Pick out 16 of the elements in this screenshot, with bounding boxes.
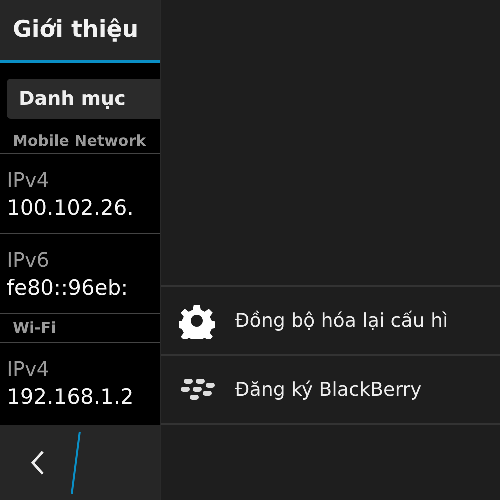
menu-item[interactable]: Đăng ký BlackBerry <box>161 354 500 425</box>
page-title: Giới thiệu <box>13 17 139 43</box>
slash-divider-icon <box>70 430 82 494</box>
menu-item[interactable]: Đồng bộ hóa lại cấu hì <box>161 285 500 354</box>
back-button[interactable] <box>30 450 46 476</box>
blackberry-logo-icon <box>179 378 215 402</box>
gear-icon <box>179 302 215 338</box>
field-value: 100.102.26. <box>7 196 135 220</box>
category-dropdown[interactable]: Danh mục <box>7 79 160 119</box>
menu-item-label: Đồng bộ hóa lại cấu hì <box>235 310 448 332</box>
menu-item-label: Đăng ký BlackBerry <box>235 378 422 400</box>
field-label: IPv4 <box>7 357 51 381</box>
field-label: IPv6 <box>7 248 51 272</box>
field-value: 192.168.1.2 <box>7 385 135 409</box>
field-label: IPv4 <box>7 168 51 192</box>
field-value: fe80::96eb: <box>7 276 130 300</box>
